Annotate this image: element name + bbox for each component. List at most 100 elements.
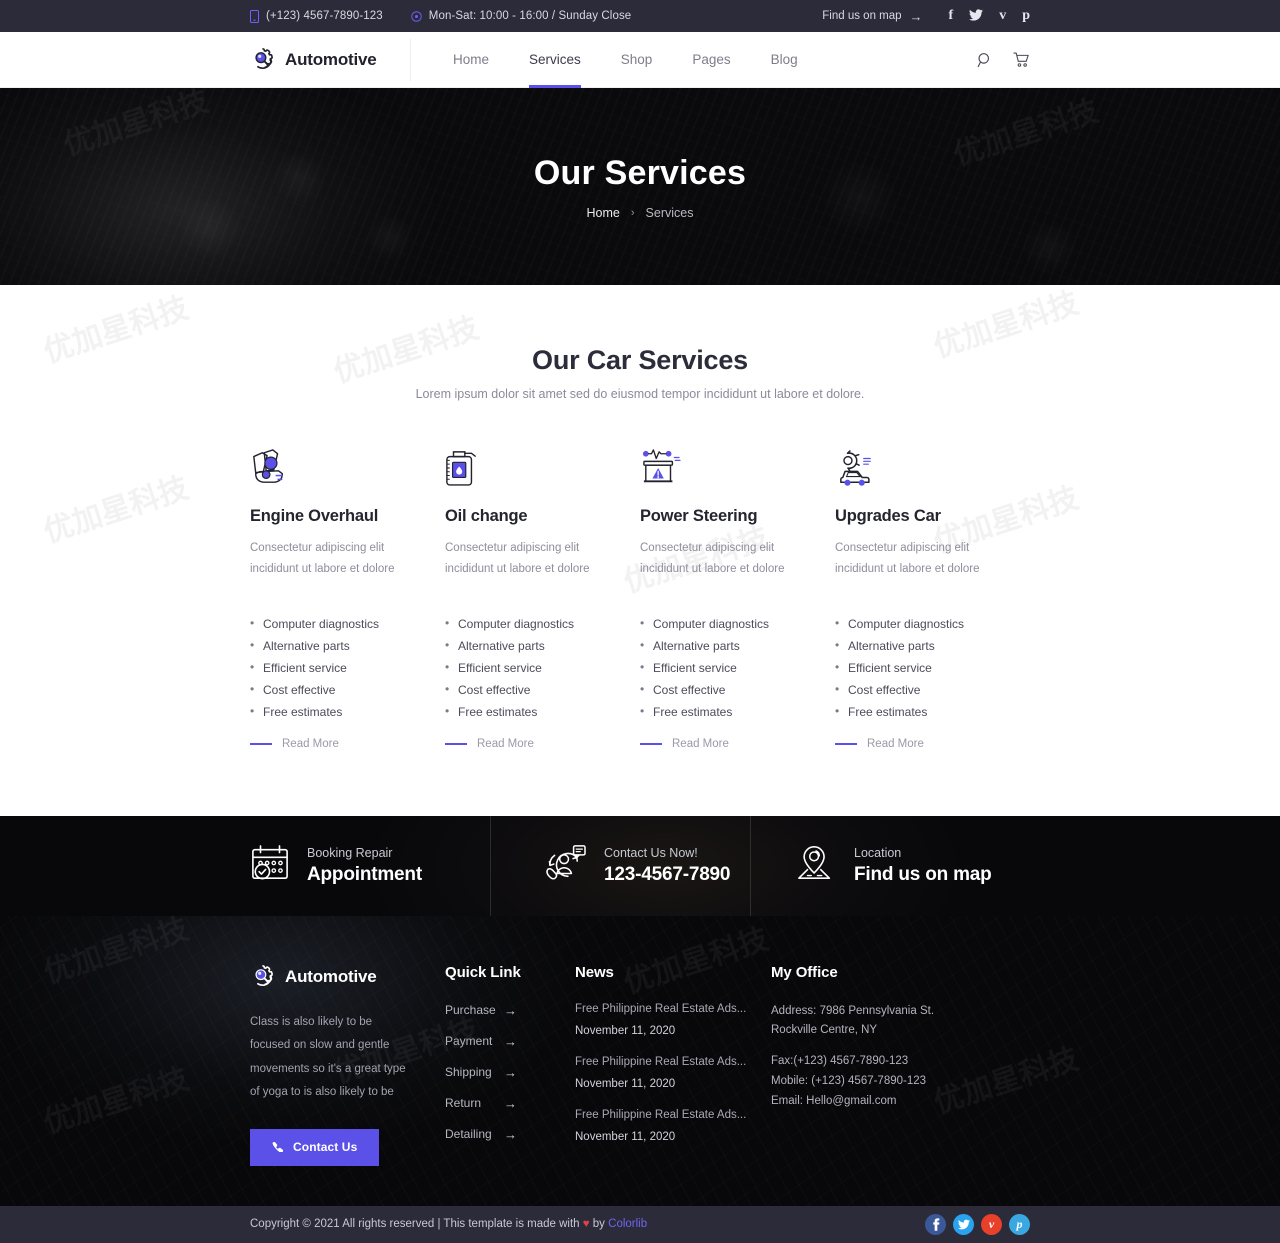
facebook-icon[interactable]: f [949,9,954,23]
brand-logo[interactable]: Automotive [250,47,410,73]
footer-brand-name: Automotive [285,966,377,986]
read-more-label: Read More [867,737,924,750]
topbar-hours: Mon-Sat: 10:00 - 16:00 / Sunday Close [411,10,632,22]
battery-icon [640,441,817,487]
nav-item-shop[interactable]: Shop [601,32,673,88]
pinterest-icon[interactable]: p [1022,9,1030,23]
contact-us-button[interactable]: Contact Us [250,1128,380,1166]
read-more-dash-icon [640,742,662,745]
nav-item-services[interactable]: Services [509,32,601,88]
service-name: Power Steering [640,507,758,525]
service-description: Consectetur adipiscing elit incididunt u… [835,542,980,576]
find-map-label: Find us on map [822,10,902,22]
list-item: Computer diagnostics [250,616,427,631]
list-item: Free Philippine Real Estate Ads... Novem… [575,1056,771,1092]
arrow-right-icon: → [504,1095,517,1111]
office-fax: Fax:(+123) 4567-7890-123 [771,1055,909,1068]
contact-phone: 123-4567-7890 [604,863,731,885]
office-mobile: Mobile: (+123) 4567-7890-123 [771,1074,927,1087]
copyright-text: Copyright © 2021 All rights reserved | T… [250,1218,647,1230]
topbar-phone-text: (+123) 4567-7890-123 [266,10,383,22]
pinterest-icon[interactable]: p [1009,1213,1030,1235]
news-headline[interactable]: Free Philippine Real Estate Ads... [575,1109,771,1121]
list-item: Efficient service [445,660,622,675]
colorlib-link[interactable]: Colorlib [608,1218,647,1230]
arrow-right-icon: → [909,8,923,24]
contact-us-block[interactable]: Contact Us Now! 123-4567-7890 [490,815,750,916]
read-more-dash-icon [250,742,272,745]
copyright-bar: Copyright © 2021 All rights reserved | T… [0,1205,1280,1243]
vimeo-icon[interactable]: v [999,9,1006,23]
topbar-phone[interactable]: (+123) 4567-7890-123 [250,9,383,23]
quick-link-purchase[interactable]: Purchase → [445,1003,517,1018]
quick-link-shipping[interactable]: Shipping → [445,1065,517,1080]
automotive-gear-logo-icon [250,47,276,73]
location-value: Find us on map [854,863,992,885]
office-address-line-2: Rockville Centre, NY [771,1024,878,1037]
search-icon[interactable] [977,52,993,68]
list-item: Free estimates [250,704,427,719]
footer-office-column: My Office Address: 7986 Pennsylvania St.… [771,964,971,1166]
service-card: Engine Overhaul Consectetur adipiscing e… [250,441,445,750]
nav-item-blog[interactable]: Blog [751,32,818,88]
nav-item-pages[interactable]: Pages [672,32,750,88]
breadcrumb-home[interactable]: Home [587,206,620,220]
copyright-social-links: v p [925,1213,1030,1235]
topbar-hours-text: Mon-Sat: 10:00 - 16:00 / Sunday Close [428,10,632,22]
news-date: November 11, 2020 [575,1077,676,1090]
topbar-find-us-on-map-link[interactable]: Find us on map → [822,9,922,24]
footer-brand-logo[interactable]: Automotive [250,964,415,990]
clock-icon [411,10,422,22]
quick-link-label: Detailing [445,1127,492,1142]
list-item: Alternative parts [835,638,1012,653]
quick-links-title: Quick Link [445,963,521,981]
location-label: Location [854,845,902,860]
read-more-link[interactable]: Read More [445,738,622,750]
news-headline[interactable]: Free Philippine Real Estate Ads... [575,1056,771,1068]
breadcrumb: Home › Services [587,206,694,220]
footer-quick-links-column: Quick Link Purchase → Payment → Shipping… [445,964,575,1166]
list-item: Cost effective [640,682,817,697]
list-item: Computer diagnostics [640,616,817,631]
read-more-link[interactable]: Read More [835,738,1012,750]
services-section: 优加星科技 优加星科技 优加星科技 优加星科技 优加星科技 优加星科技 Our … [0,285,1280,816]
list-item: Efficient service [835,660,1012,675]
twitter-icon[interactable] [969,9,984,23]
arrow-right-icon: → [504,1126,517,1142]
services-title: Our Car Services [532,345,748,375]
copyright-text-before: Copyright © 2021 All rights reserved | T… [250,1218,583,1231]
info-strip: Booking Repair Appointment Contact Us No… [0,815,1280,916]
booking-appointment-block[interactable]: Booking Repair Appointment [250,816,490,916]
list-item: Free estimates [640,704,817,719]
read-more-label: Read More [672,737,729,750]
automotive-gear-logo-icon [250,964,276,990]
brand-name: Automotive [285,49,377,69]
cart-icon[interactable] [1013,52,1030,68]
copyright-text-by: by [589,1218,609,1231]
chevron-right-icon: › [630,206,635,219]
list-item: Free Philippine Real Estate Ads... Novem… [575,1109,771,1145]
read-more-dash-icon [445,742,467,745]
read-more-link[interactable]: Read More [640,738,817,750]
read-more-link[interactable]: Read More [250,738,427,750]
location-block[interactable]: Location Find us on map [750,815,1030,916]
nav-item-home[interactable]: Home [433,32,509,88]
facebook-icon[interactable] [925,1213,946,1235]
list-item: Free estimates [835,704,1012,719]
list-item: Free estimates [445,704,622,719]
car-upgrade-icon [835,441,1012,487]
twitter-icon[interactable] [953,1213,974,1235]
list-item: Cost effective [835,682,1012,697]
office-email: Email: Hello@gmail.com [771,1094,897,1107]
news-headline[interactable]: Free Philippine Real Estate Ads... [575,1003,771,1015]
quick-link-detailing[interactable]: Detailing → [445,1127,517,1142]
quick-link-return[interactable]: Return → [445,1096,517,1111]
read-more-dash-icon [835,742,857,745]
calendar-icon [250,844,290,887]
list-item: Computer diagnostics [445,616,622,631]
vimeo-icon[interactable]: v [981,1213,1002,1235]
arrow-right-icon: → [504,1002,517,1018]
office-address-line-1: Address: 7986 Pennsylvania St. [771,1004,935,1017]
quick-link-payment[interactable]: Payment → [445,1034,517,1049]
